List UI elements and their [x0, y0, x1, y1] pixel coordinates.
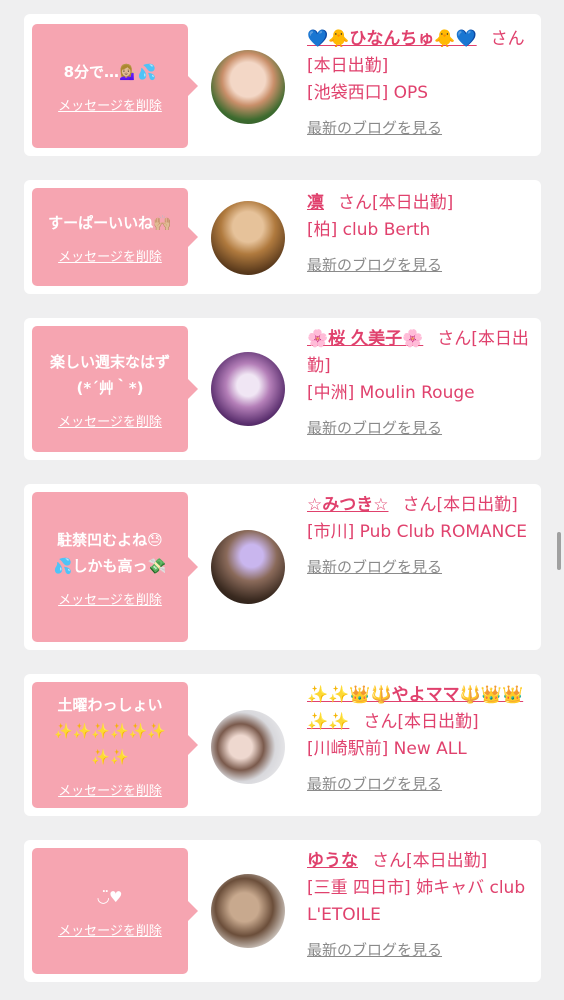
message-text: すーぱーいいね🙌🏼 — [48, 213, 172, 232]
message-card: ◡̈♥︎ メッセージを削除 ゆうな さん[本日出勤] [三重 四日市] 姉キャバ … — [24, 840, 541, 982]
latest-blog-link[interactable]: 最新のブログを見る — [307, 554, 533, 581]
status-text: さん[本日出勤] — [363, 712, 479, 732]
message-card: すーぱーいいね🙌🏼 メッセージを削除 凛さん[本日出勤] [柏] club Be… — [24, 180, 541, 294]
message-bubble: 8分で…💁🏼‍♀️💦 メッセージを削除 — [32, 24, 198, 148]
cast-info: 🌸桜 久美子🌸 さん[本日出勤] [中洲] Moulin Rouge 最新のブログ… — [307, 326, 533, 442]
avatar[interactable] — [211, 201, 285, 275]
message-text: 駐禁凹むよね😓 💦しかも高っ💸 — [53, 530, 167, 575]
status-text: さん[本日出勤] — [372, 851, 488, 871]
message-text: 土曜わっしょい ✨✨✨✨✨✨ ✨✨ — [53, 695, 167, 766]
cast-name-link[interactable]: ☆みつき☆ — [307, 495, 388, 515]
message-card: 土曜わっしょい ✨✨✨✨✨✨ ✨✨ メッセージを削除 ✨✨👑🔱やよママ🔱👑👑✨✨… — [24, 674, 541, 816]
message-bubble: 駐禁凹むよね😓 💦しかも高っ💸 メッセージを削除 — [32, 492, 198, 642]
avatar[interactable] — [211, 50, 285, 124]
latest-blog-link[interactable]: 最新のブログを見る — [307, 115, 533, 142]
message-bubble: ◡̈♥︎ メッセージを削除 — [32, 848, 198, 974]
message-card: 8分で…💁🏼‍♀️💦 メッセージを削除 💙🐥ひなんちゅ🐥💙 さん[本日出勤] [池… — [24, 14, 541, 156]
shop-name: [池袋西口] OPS — [307, 83, 429, 103]
shop-name: [川崎駅前] New ALL — [307, 739, 467, 759]
status-text: さん[本日出勤] — [402, 495, 518, 515]
message-card: 楽しい週末なはず (*´艸｀*) メッセージを削除 🌸桜 久美子🌸 さん[本日出勤… — [24, 318, 541, 460]
message-card: 駐禁凹むよね😓 💦しかも高っ💸 メッセージを削除 ☆みつき☆ さん[本日出勤] [… — [24, 484, 541, 650]
avatar[interactable] — [211, 710, 285, 784]
cast-info: ゆうな さん[本日出勤] [三重 四日市] 姉キャバ club L'ETOILE … — [307, 848, 533, 964]
delete-message-link[interactable]: メッセージを削除 — [58, 246, 162, 265]
cast-info: 💙🐥ひなんちゅ🐥💙 さん[本日出勤] [池袋西口] OPS 最新のブログを見る — [307, 26, 533, 142]
cast-name-link[interactable]: 💙🐥ひなんちゅ🐥💙 — [307, 29, 477, 49]
cast-name-link[interactable]: ゆうな — [307, 851, 358, 871]
message-bubble: 楽しい週末なはず (*´艸｀*) メッセージを削除 — [32, 326, 198, 452]
delete-message-link[interactable]: メッセージを削除 — [58, 589, 162, 608]
latest-blog-link[interactable]: 最新のブログを見る — [307, 937, 533, 964]
delete-message-link[interactable]: メッセージを削除 — [58, 920, 162, 939]
cast-info: ☆みつき☆ さん[本日出勤] [市川] Pub Club ROMANCE 最新のブ… — [307, 492, 533, 581]
avatar[interactable] — [211, 874, 285, 948]
cast-info: ✨✨👑🔱やよママ🔱👑👑✨✨ さん[本日出勤] [川崎駅前] New ALL 最新の… — [307, 682, 533, 798]
shop-name: [市川] Pub Club ROMANCE — [307, 522, 527, 542]
delete-message-link[interactable]: メッセージを削除 — [58, 95, 162, 114]
delete-message-link[interactable]: メッセージを削除 — [58, 411, 162, 430]
shop-name: [柏] club Berth — [307, 220, 431, 240]
delete-message-link[interactable]: メッセージを削除 — [58, 780, 162, 799]
status-text: さん[本日出勤] — [338, 193, 454, 213]
scrollbar[interactable] — [557, 532, 561, 570]
shop-name: [三重 四日市] 姉キャバ club L'ETOILE — [307, 878, 526, 925]
latest-blog-link[interactable]: 最新のブログを見る — [307, 771, 533, 798]
message-bubble: すーぱーいいね🙌🏼 メッセージを削除 — [32, 188, 198, 286]
latest-blog-link[interactable]: 最新のブログを見る — [307, 252, 533, 279]
cast-info: 凛さん[本日出勤] [柏] club Berth 最新のブログを見る — [307, 190, 533, 279]
message-bubble: 土曜わっしょい ✨✨✨✨✨✨ ✨✨ メッセージを削除 — [32, 682, 198, 808]
message-text: 8分で…💁🏼‍♀️💦 — [63, 62, 157, 81]
avatar[interactable] — [211, 352, 285, 426]
cast-name-link[interactable]: 凛 — [307, 193, 324, 213]
message-text: 楽しい週末なはず (*´艸｀*) — [49, 352, 170, 397]
cast-name-link[interactable]: 🌸桜 久美子🌸 — [307, 329, 423, 349]
latest-blog-link[interactable]: 最新のブログを見る — [307, 415, 533, 442]
avatar[interactable] — [211, 530, 285, 604]
message-text: ◡̈♥︎ — [97, 887, 123, 906]
shop-name: [中洲] Moulin Rouge — [307, 383, 475, 403]
